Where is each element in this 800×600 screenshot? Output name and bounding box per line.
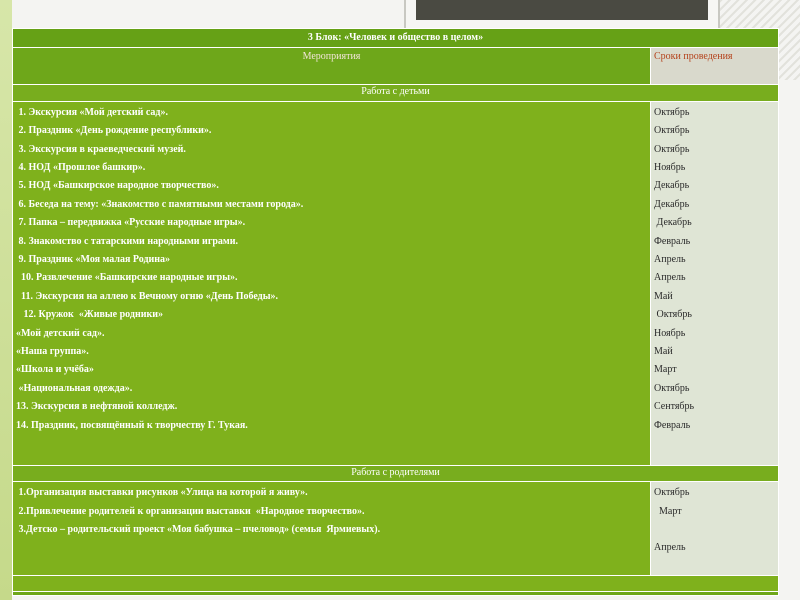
event-item: «Мой детский сад». [16,327,105,339]
event-date: Март [654,505,682,517]
event-date: Декабрь [654,198,690,210]
section-title-children: Работа с детьми [11,84,780,102]
plan-table: 3 Блок: «Человек и общество в целом» Мер… [11,27,780,597]
dates-list-parents: Октябрь Март Апрель [649,481,780,577]
event-date: Октябрь [654,106,690,118]
event-date: Сентябрь [654,401,695,413]
event-item: 2. Праздник «День рождение республики». [16,125,212,137]
event-item: 4. НОД «Прошлое башкир». [16,161,146,173]
section-body-children: 1. Экскурсия «Мой детский сад». 2. Празд… [12,100,780,466]
event-date: Октябрь [654,382,690,394]
events-list-parents: 1.Организация выставки рисунков «Улица н… [12,481,651,577]
event-item: «Школа и учёба» [16,364,94,376]
top-frame-decoration [404,0,720,30]
event-item: 14. Праздник, посвящённый к творчеству Г… [16,419,248,431]
section-header-row: Работа с детьми [11,84,780,102]
event-date: Февраль [654,235,691,247]
event-item: 11. Экскурсия на аллею к Вечному огню «Д… [16,290,279,302]
event-date: Апрель [654,542,686,554]
event-date: Октябрь [654,143,690,155]
event-item: 13. Экскурсия в нефтяной колледж. [16,401,178,413]
event-date: Ноябрь [654,161,686,173]
event-item: 12. Кружок «Живые родники» [16,309,164,321]
event-date: Февраль [654,419,691,431]
event-item: 6. Беседа на тему: «Знакомство с памятны… [16,198,304,210]
table-bottom [11,590,780,597]
table-footer [11,575,780,592]
event-date: Декабрь [654,180,690,192]
event-item: «Национальная одежда». [16,382,133,394]
dates-column-header: Сроки проведения [649,47,780,86]
event-item: 10. Развлечение «Башкирские народные игр… [16,272,238,284]
section-title-parents: Работа с родителями [11,464,780,483]
event-item: 7. Папка – передвижка «Русские народные … [16,217,246,229]
block-title-row: 3 Блок: «Человек и общество в целом» [11,27,780,49]
event-date: Апрель [654,272,686,284]
event-item: 3.Детско – родительский проект «Моя бабу… [16,523,381,535]
event-date: Ноябрь [654,327,686,339]
events-list-children: 1. Экскурсия «Мой детский сад». 2. Празд… [12,100,651,466]
section-body-parents: 1.Организация выставки рисунков «Улица н… [12,481,780,577]
block-title: 3 Блок: «Человек и общество в целом» [11,27,780,49]
events-column-header: Мероприятия [12,47,651,86]
event-date: Октябрь [654,309,692,321]
table-bottom-strip [11,590,780,597]
event-date: Май [654,346,673,358]
event-date: Апрель [654,254,686,266]
event-date: Декабрь [654,217,692,229]
table-footer-row [11,575,780,592]
dates-list-children: Октябрь Октябрь Октябрь Ноябрь Декабрь Д… [649,100,780,466]
event-item: 8. Знакомство с татарскими народными игр… [16,235,239,247]
section-header-row: Работа с родителями [11,464,780,483]
event-date: Март [654,364,677,376]
left-accent-bar [0,0,12,600]
event-item: 9. Праздник «Моя малая Родина» [16,254,171,266]
event-date: Октябрь [654,125,690,137]
event-date: Октябрь [654,487,690,499]
event-item: 1.Организация выставки рисунков «Улица н… [16,487,308,499]
column-header-row: Мероприятия Сроки проведения [12,47,780,86]
event-item: «Наша группа». [16,346,89,358]
event-item: 3. Экскурсия в краеведческий музей. [16,143,186,155]
event-item: 2.Привлечение родителей к организации вы… [16,505,365,517]
event-item: 1. Экскурсия «Мой детский сад». [16,106,168,118]
event-date: Май [654,290,673,302]
event-item: 5. НОД «Башкирское народное творчество». [16,180,219,192]
event-date [654,521,778,539]
